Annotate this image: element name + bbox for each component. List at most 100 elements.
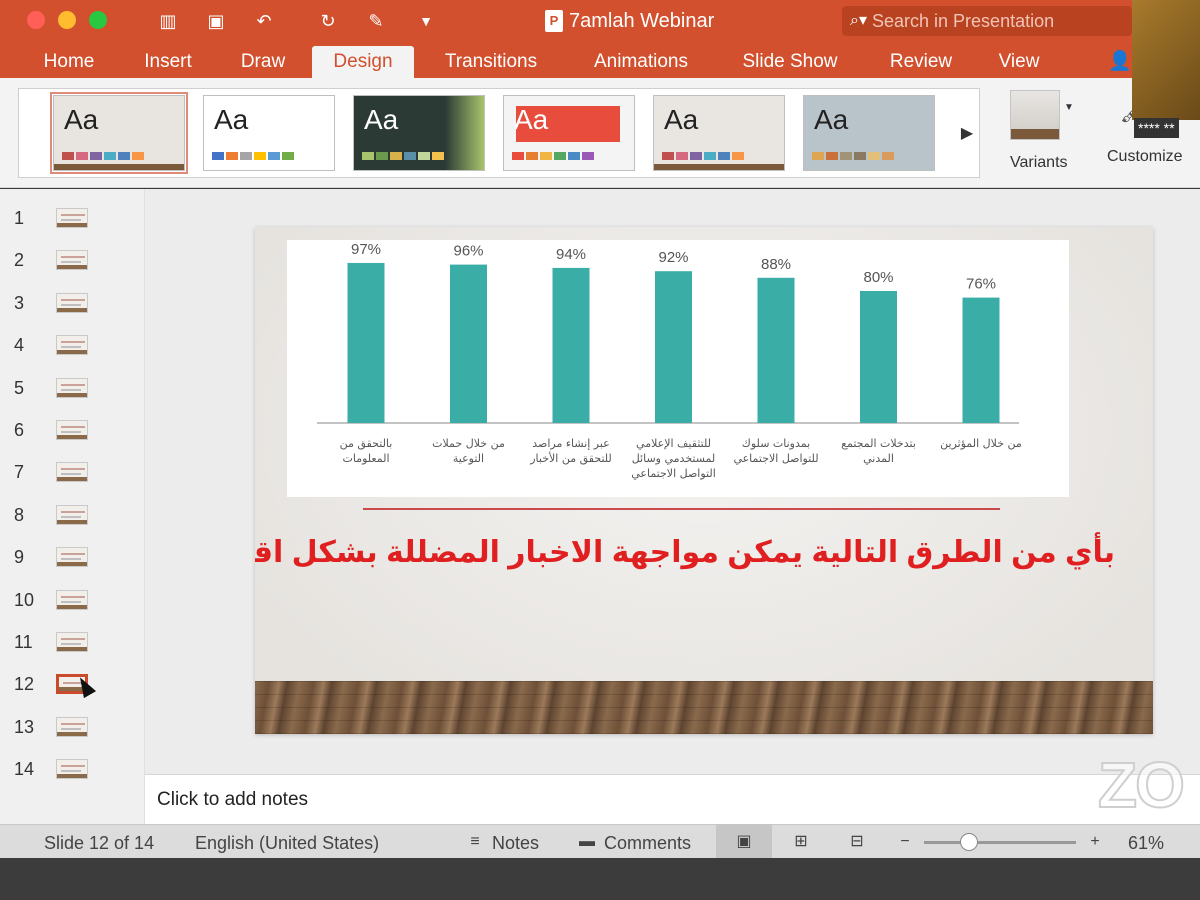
participant-name-label: **** ** bbox=[1134, 118, 1179, 138]
notes-pane[interactable]: Click to add notes bbox=[145, 774, 1200, 824]
bar-1[interactable] bbox=[347, 262, 385, 423]
gallery-next-icon[interactable]: ▶ bbox=[959, 119, 975, 149]
customize-label[interactable]: Customize bbox=[1107, 148, 1183, 166]
zoom-out-icon[interactable]: − bbox=[894, 831, 916, 853]
slide-thumbnail-14[interactable]: 14 bbox=[0, 756, 140, 786]
tab-design[interactable]: Design bbox=[312, 46, 414, 78]
themes-gallery: Aa Aa Aa Aa Aa Aa ▶ bbox=[18, 88, 980, 178]
notes-button[interactable]: Notes bbox=[492, 833, 539, 854]
theme-color-swatches bbox=[662, 152, 744, 160]
language-indicator[interactable]: English (United States) bbox=[195, 833, 379, 854]
data-label-4: 92% bbox=[658, 249, 688, 266]
slide-number: 2 bbox=[14, 250, 25, 271]
slide-thumbnail-12[interactable]: 12 bbox=[0, 671, 140, 701]
tab-animations[interactable]: Animations bbox=[576, 46, 706, 78]
slide-number: 7 bbox=[14, 462, 25, 483]
search-input[interactable]: ⌕▾ Search in Presentation bbox=[842, 6, 1132, 36]
powerpoint-icon: P bbox=[545, 10, 563, 32]
slide-thumbnail-5[interactable]: 5 bbox=[0, 375, 140, 405]
slide-preview bbox=[56, 420, 88, 440]
tab-draw[interactable]: Draw bbox=[226, 46, 300, 78]
theme-sample-text: Aa bbox=[664, 104, 699, 135]
slide-number: 1 bbox=[14, 208, 25, 228]
bar-2[interactable] bbox=[450, 264, 487, 423]
chart-container[interactable]: 97% بالتحقق من المعلومات 96% من خلال حملات ال… bbox=[287, 240, 1069, 497]
theme-color-swatches bbox=[362, 152, 444, 160]
chevron-down-icon: ▼ bbox=[1064, 102, 1074, 113]
theme-option-5[interactable]: Aa bbox=[653, 95, 785, 171]
theme-option-6[interactable]: Aa bbox=[803, 95, 935, 171]
tab-slide-show[interactable]: Slide Show bbox=[726, 46, 854, 78]
normal-view-button[interactable]: ▣ bbox=[716, 825, 772, 858]
theme-sample-text: Aa bbox=[364, 104, 399, 135]
tab-view[interactable]: View bbox=[986, 46, 1052, 78]
bar-7[interactable] bbox=[962, 297, 1000, 423]
slide-number: 11 bbox=[14, 632, 33, 652]
zoom-watermark: ZO bbox=[1097, 748, 1186, 822]
close-window-button[interactable] bbox=[27, 11, 45, 29]
zoom-in-icon[interactable]: + bbox=[1084, 831, 1106, 853]
slide-thumbnail-3[interactable]: 3 bbox=[0, 290, 140, 320]
slide-sorter-icon[interactable]: ⊞ bbox=[790, 831, 812, 853]
comments-icon[interactable]: ▬ bbox=[576, 831, 598, 853]
current-slide[interactable]: 97% بالتحقق من المعلومات 96% من خلال حملات ال… bbox=[255, 227, 1153, 734]
slide-thumbnail-10[interactable]: 10 bbox=[0, 587, 140, 617]
minimize-window-button[interactable] bbox=[58, 11, 76, 29]
theme-sample-text: Aa bbox=[514, 104, 549, 135]
theme-option-1[interactable]: Aa bbox=[50, 92, 188, 174]
category-label-5: بمدونات سلوك للتواصل الاجتماعي bbox=[733, 437, 818, 465]
document-title: P 7amlah Webinar bbox=[545, 8, 714, 34]
slide-preview bbox=[56, 377, 88, 398]
variants-button[interactable]: ▼ Variants bbox=[1000, 86, 1084, 182]
save-icon[interactable]: ▣ bbox=[204, 9, 228, 33]
slide-number: 12 bbox=[14, 674, 35, 695]
redo-icon[interactable]: ↻ bbox=[316, 9, 340, 33]
wood-floor-decoration bbox=[255, 681, 1153, 734]
category-label-4: للتثقيف الإعلامي لمستخدمي وسائل التواصل ال… bbox=[631, 437, 716, 480]
theme-option-4[interactable]: Aa bbox=[503, 95, 635, 171]
reading-view-icon[interactable]: ⊟ bbox=[846, 831, 868, 853]
tab-home[interactable]: Home bbox=[28, 46, 110, 78]
sidebar-toggle-icon[interactable]: ▥ bbox=[156, 9, 180, 33]
slide-thumbnail-7[interactable]: 7 bbox=[0, 459, 140, 489]
theme-option-3[interactable]: Aa bbox=[353, 95, 485, 171]
tab-insert[interactable]: Insert bbox=[126, 46, 210, 78]
normal-view-icon: ▣ bbox=[736, 833, 752, 850]
undo-icon[interactable]: ↶ bbox=[252, 9, 276, 33]
comments-button[interactable]: Comments bbox=[604, 833, 691, 854]
slide-thumbnail-1[interactable]: 1 bbox=[0, 205, 140, 235]
bar-5[interactable] bbox=[757, 277, 795, 423]
design-ribbon: AaAaAaAaAaAa▶ ▼ Variants 🖌 Customize bbox=[0, 78, 1200, 188]
theme-floor-strip bbox=[54, 164, 184, 170]
slide-thumbnail-4[interactable]: 4 bbox=[0, 332, 140, 362]
slide-thumbnail-2[interactable]: 2 bbox=[0, 247, 140, 277]
tab-review[interactable]: Review bbox=[874, 46, 968, 78]
slide-question[interactable]: بأي من الطرق التالية يمكن مواجهة الاخبار… bbox=[255, 531, 1115, 575]
slide-thumbnail-11[interactable]: 11 bbox=[0, 629, 140, 659]
notes-placeholder: Click to add notes bbox=[157, 789, 309, 810]
slide-number: 3 bbox=[14, 292, 25, 313]
zoom-slider-handle[interactable] bbox=[960, 833, 978, 851]
slide-preview bbox=[56, 462, 88, 483]
edit-icon[interactable]: ✎ bbox=[364, 9, 388, 33]
zoom-level[interactable]: 61% bbox=[1128, 833, 1164, 854]
slide-thumbnail-6[interactable]: 6 bbox=[0, 417, 140, 447]
slide-preview bbox=[56, 759, 88, 780]
slide-thumbnail-13[interactable]: 13 bbox=[0, 714, 140, 744]
slide-thumbnail-8[interactable]: 8 bbox=[0, 502, 140, 532]
theme-color-swatches bbox=[812, 152, 894, 160]
notes-icon[interactable]: ≡ bbox=[464, 831, 486, 853]
slide-thumbnail-9[interactable]: 9 bbox=[0, 544, 140, 574]
tab-transitions[interactable]: Transitions bbox=[428, 46, 554, 78]
bar-6[interactable] bbox=[860, 291, 897, 423]
maximize-window-button[interactable] bbox=[89, 11, 107, 29]
theme-option-2[interactable]: Aa bbox=[203, 95, 335, 171]
zoom-slider-track[interactable] bbox=[924, 841, 1076, 844]
bar-4[interactable] bbox=[655, 271, 692, 423]
share-icon[interactable]: 👤 bbox=[1108, 46, 1132, 78]
webcam-overlay bbox=[1132, 0, 1200, 120]
customize-toolbar-icon[interactable]: ▼ bbox=[414, 9, 438, 33]
slide-preview bbox=[56, 547, 88, 568]
slide-info: Slide 12 of 14 bbox=[44, 833, 155, 853]
bar-3[interactable] bbox=[552, 267, 590, 423]
